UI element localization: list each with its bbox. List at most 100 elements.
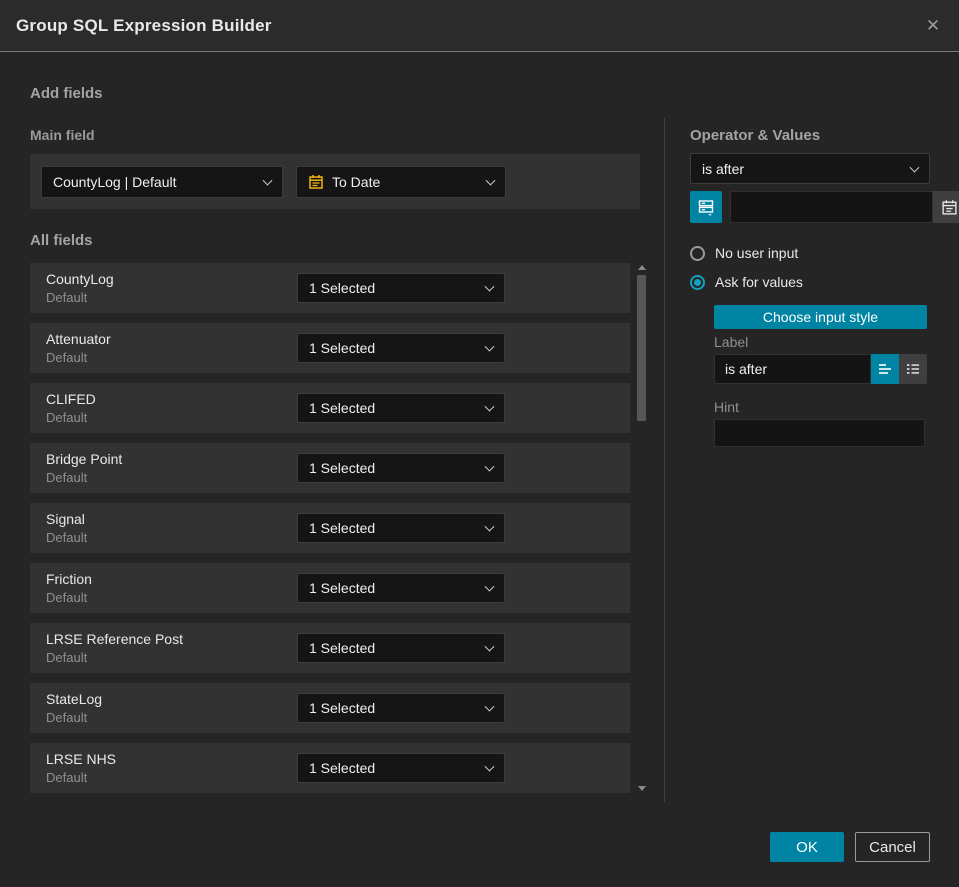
field-selection-dropdown[interactable]: 1 Selected — [297, 273, 505, 303]
main-field-select[interactable]: CountyLog | Default — [41, 165, 283, 198]
field-selection-value: 1 Selected — [309, 340, 376, 356]
radio-no-user-input-label: No user input — [715, 245, 799, 261]
operator-select[interactable]: is after — [690, 153, 930, 184]
field-row: LRSE Reference Post Default 1 Selected — [30, 623, 630, 673]
hint-input[interactable] — [714, 419, 925, 447]
chevron-down-icon — [484, 641, 495, 652]
main-field-select-value: CountyLog | Default — [53, 173, 177, 190]
field-subtitle: Default — [46, 290, 88, 305]
field-row: Bridge Point Default 1 Selected — [30, 443, 630, 493]
calendar-icon — [941, 199, 958, 216]
label-caption: Label — [714, 334, 749, 350]
chevron-down-icon — [484, 761, 495, 772]
field-row: Friction Default 1 Selected — [30, 563, 630, 613]
dialog-title: Group SQL Expression Builder — [16, 15, 272, 35]
field-selection-value: 1 Selected — [309, 760, 376, 776]
field-selection-dropdown[interactable]: 1 Selected — [297, 333, 505, 363]
field-type-select-value: To Date — [332, 173, 381, 190]
field-subtitle: Default — [46, 590, 88, 605]
radio-unchecked-icon[interactable] — [690, 245, 705, 261]
all-fields-list: CountyLog Default 1 Selected Attenuator … — [30, 263, 630, 803]
chevron-down-icon — [484, 521, 495, 532]
group-sql-expression-builder-dialog: Group SQL Expression Builder ✕ Add field… — [0, 0, 959, 887]
calendar-date-icon — [308, 174, 324, 190]
chevron-down-icon — [484, 461, 495, 472]
ok-button[interactable]: OK — [770, 832, 844, 862]
scroll-up-icon[interactable] — [638, 265, 646, 270]
field-selection-value: 1 Selected — [309, 700, 376, 716]
field-name: CountyLog — [46, 271, 114, 287]
align-left-icon — [877, 362, 893, 376]
chevron-down-icon — [484, 281, 495, 292]
chevron-down-icon — [484, 701, 495, 712]
field-subtitle: Default — [46, 410, 88, 425]
field-selection-value: 1 Selected — [309, 400, 376, 416]
field-selection-dropdown[interactable]: 1 Selected — [297, 753, 505, 783]
field-selection-dropdown[interactable]: 1 Selected — [297, 453, 505, 483]
field-selection-value: 1 Selected — [309, 280, 376, 296]
field-selection-dropdown[interactable]: 1 Selected — [297, 513, 505, 543]
main-field-label: Main field — [30, 127, 95, 143]
radio-no-user-input[interactable]: No user input — [690, 245, 798, 261]
field-selection-value: 1 Selected — [309, 580, 376, 596]
stacked-values-icon — [697, 198, 715, 216]
list-label-style-button[interactable] — [899, 354, 927, 384]
choose-input-style-button[interactable]: Choose input style — [714, 305, 927, 329]
field-subtitle: Default — [46, 530, 88, 545]
field-selection-value: 1 Selected — [309, 460, 376, 476]
radio-checked-icon[interactable] — [690, 274, 705, 290]
date-value-input-group — [730, 191, 959, 223]
field-name: Bridge Point — [46, 451, 123, 467]
field-row: StateLog Default 1 Selected — [30, 683, 630, 733]
date-value-input[interactable] — [730, 191, 933, 223]
field-name: Attenuator — [46, 331, 111, 347]
field-name: LRSE NHS — [46, 751, 117, 767]
field-selection-dropdown[interactable]: 1 Selected — [297, 693, 505, 723]
field-name: Signal — [46, 511, 85, 527]
field-row: Attenuator Default 1 Selected — [30, 323, 630, 373]
field-row: LRSE NHS Default 1 Selected — [30, 743, 630, 793]
chevron-down-icon — [262, 175, 273, 186]
hint-caption: Hint — [714, 399, 739, 415]
field-row: CountyLog Default 1 Selected — [30, 263, 630, 313]
operator-values-heading: Operator & Values — [690, 127, 821, 144]
field-name: StateLog — [46, 691, 103, 707]
main-field-container: CountyLog | Default To Date — [30, 154, 640, 209]
chevron-down-icon — [484, 581, 495, 592]
field-name: CLIFED — [46, 391, 96, 407]
field-selection-value: 1 Selected — [309, 640, 376, 656]
field-row: CLIFED Default 1 Selected — [30, 383, 630, 433]
value-source-toggle-button[interactable] — [690, 191, 722, 223]
cancel-button[interactable]: Cancel — [855, 832, 930, 862]
field-selection-dropdown[interactable]: 1 Selected — [297, 573, 505, 603]
radio-ask-for-values-label: Ask for values — [715, 274, 803, 290]
label-input[interactable] — [714, 354, 871, 384]
list-scrollbar[interactable] — [636, 263, 648, 793]
single-line-label-style-button[interactable] — [871, 354, 899, 384]
chevron-down-icon — [485, 175, 496, 186]
field-type-select[interactable]: To Date — [296, 165, 506, 198]
chevron-down-icon — [484, 341, 495, 352]
title-bar: Group SQL Expression Builder ✕ — [0, 0, 959, 52]
chevron-down-icon — [484, 401, 495, 412]
field-selection-dropdown[interactable]: 1 Selected — [297, 393, 505, 423]
field-subtitle: Default — [46, 650, 88, 665]
radio-ask-for-values[interactable]: Ask for values — [690, 274, 803, 290]
operator-select-value: is after — [702, 160, 745, 177]
scroll-down-icon[interactable] — [638, 786, 646, 791]
field-subtitle: Default — [46, 770, 88, 785]
bulleted-list-icon — [905, 362, 921, 376]
field-selection-value: 1 Selected — [309, 520, 376, 536]
label-input-row — [714, 354, 927, 384]
scrollbar-thumb[interactable] — [637, 275, 646, 421]
field-subtitle: Default — [46, 350, 88, 365]
add-fields-heading: Add fields — [30, 85, 103, 102]
field-subtitle: Default — [46, 470, 88, 485]
field-selection-dropdown[interactable]: 1 Selected — [297, 633, 505, 663]
close-icon[interactable]: ✕ — [921, 14, 945, 38]
date-picker-button[interactable] — [933, 191, 959, 223]
panel-divider — [664, 118, 665, 802]
field-name: LRSE Reference Post — [46, 631, 183, 647]
all-fields-heading: All fields — [30, 232, 93, 249]
value-input-row — [690, 191, 959, 223]
